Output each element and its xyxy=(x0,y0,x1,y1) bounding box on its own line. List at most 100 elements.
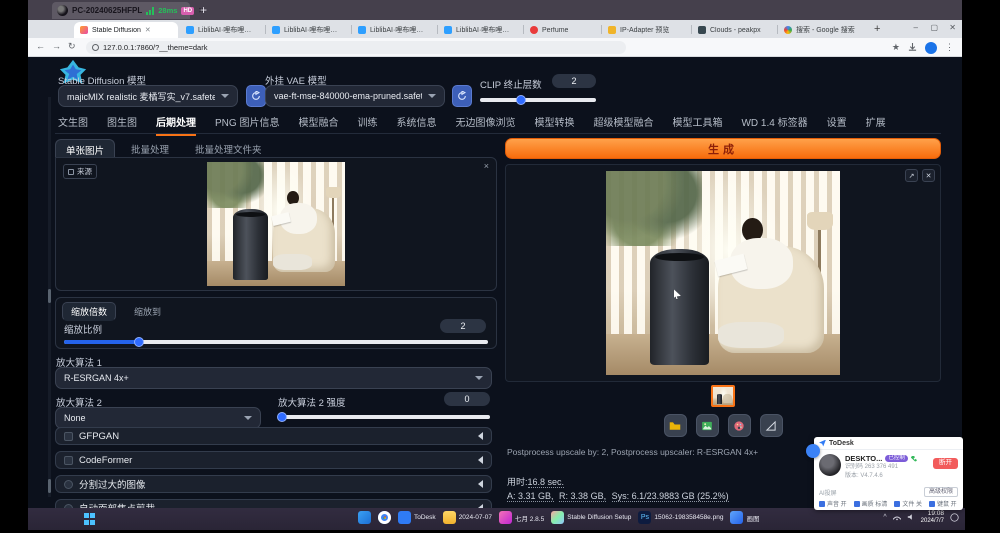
browser-new-tab-button[interactable]: + xyxy=(874,24,880,35)
network-icon[interactable] xyxy=(893,513,901,521)
taskbar-item-folder[interactable]: 2024-07-07 xyxy=(443,511,492,524)
accordion-gfpgan[interactable]: GFPGAN xyxy=(55,427,492,445)
taskbar-item-sd-setup[interactable]: Stable Diffusion Setup xyxy=(551,511,631,524)
tray-chevron-icon[interactable]: ^ xyxy=(883,514,886,521)
todesk-permission-button[interactable]: 高级权限 xyxy=(924,487,958,497)
todesk-toggle-files[interactable]: 文件 关 xyxy=(894,499,922,508)
save-image-button[interactable] xyxy=(696,414,719,437)
vae-dropdown[interactable]: vae-ft-mse-840000-ema-pruned.safetensors xyxy=(265,85,445,107)
toggle-label: 键鼠 开 xyxy=(937,499,957,508)
chevron-down-icon xyxy=(475,376,483,380)
reload-icon[interactable]: ↻ xyxy=(68,41,76,52)
slider-handle[interactable] xyxy=(277,412,287,422)
phone-icon[interactable] xyxy=(911,456,917,462)
checkbox[interactable] xyxy=(64,480,73,489)
taskbar-item-photoshop[interactable]: Ps 15062-198358458e.png xyxy=(638,511,723,524)
browser-tab[interactable]: LiblibAI·哩布哩布AI - 中国领 xyxy=(438,22,522,38)
send-to-extras-button[interactable] xyxy=(728,414,751,437)
download-icon[interactable] xyxy=(908,43,917,52)
generate-button[interactable]: 生成 xyxy=(505,138,941,159)
gallery-fullscreen-icon[interactable]: ↗ xyxy=(905,169,918,182)
scene-air-purifier xyxy=(717,394,722,404)
tab-title: Stable Diffusion xyxy=(92,27,141,34)
remote-desktop-titlebar: PC-20240625HFPL 28ms HD ✕ + xyxy=(28,0,962,20)
time-value: 16.8 sec. xyxy=(528,477,565,488)
chrome-icon[interactable] xyxy=(378,511,391,524)
clear-image-icon[interactable]: × xyxy=(484,161,489,171)
checkbox[interactable] xyxy=(64,456,73,465)
thumbnail-selected[interactable] xyxy=(711,385,735,407)
taskbar-item-todesk[interactable]: ToDesk xyxy=(398,511,436,524)
accordion-split-oversized[interactable]: 分割过大的图像 xyxy=(55,475,492,493)
result-image[interactable] xyxy=(606,171,840,375)
open-folder-button[interactable] xyxy=(664,414,687,437)
page-scrollbar[interactable] xyxy=(48,97,51,497)
browser-tab[interactable]: LiblibAI·哩布哩布AI - 中国领 xyxy=(352,22,436,38)
taskbar-label: 2024-07-07 xyxy=(459,514,492,521)
sd-model-dropdown[interactable]: majicMIX realistic 麦橘写实_v7.safetensors [… xyxy=(58,85,238,107)
taskbar-item-paint[interactable]: 画图 xyxy=(730,511,759,524)
sd-model-refresh-button[interactable] xyxy=(246,85,266,107)
subtab-scale-to[interactable]: 缩放到 xyxy=(124,302,171,321)
scrollbar-thumb[interactable] xyxy=(48,479,51,493)
accordion-codeformer[interactable]: CodeFormer xyxy=(55,451,492,469)
tab-close-icon[interactable]: ✕ xyxy=(145,26,151,34)
clip-skip-slider[interactable] xyxy=(480,98,596,102)
start-button[interactable] xyxy=(84,513,96,525)
address-bar[interactable]: 127.0.0.1:7860/?__theme=dark xyxy=(86,41,626,54)
todesk-disconnect-button[interactable]: 断开 xyxy=(933,458,958,469)
site-info-icon[interactable] xyxy=(92,44,99,51)
taskbar-label: ToDesk xyxy=(414,514,436,521)
todesk-avatar xyxy=(819,454,841,476)
window-minimize-button[interactable]: – xyxy=(914,23,918,32)
subtab-scale-by[interactable]: 缩放倍数 xyxy=(62,302,116,321)
scale-ratio-slider[interactable] xyxy=(64,340,488,344)
slider-handle[interactable] xyxy=(134,337,144,347)
browser-tab[interactable]: LiblibAI·哩布哩布AI - 中国领 xyxy=(180,22,264,38)
scrollbar-thumb[interactable] xyxy=(48,289,51,303)
browser-tab[interactable]: Clouds - peakpx xyxy=(692,22,776,38)
forward-icon[interactable]: → xyxy=(52,41,61,51)
tray-clock[interactable]: 19:08 2024/7/7 xyxy=(921,510,944,524)
clip-skip-value[interactable]: 2 xyxy=(552,74,596,88)
upscaler1-dropdown[interactable]: R-ESRGAN 4x+ xyxy=(55,367,492,389)
slider-fill xyxy=(64,340,138,344)
todesk-toggle-input[interactable]: 键鼠 开 xyxy=(929,499,957,508)
todesk-toggle-quality[interactable]: 画质 标清 xyxy=(854,499,888,508)
browser-tab[interactable]: 搜索 - Google 搜索 xyxy=(778,22,866,38)
browser-tab[interactable]: LiblibAI·哩布哩布AI - 中国领 xyxy=(266,22,350,38)
vae-refresh-button[interactable] xyxy=(452,85,472,107)
accordion-label: 分割过大的图像 xyxy=(79,477,472,491)
upscaler2-visibility-value[interactable]: 0 xyxy=(444,392,490,406)
upscaler2-dropdown[interactable]: None xyxy=(55,407,261,429)
accordion-auto-face-crop[interactable]: 自动面部焦点剪裁 xyxy=(55,499,492,508)
browser-tab-active[interactable]: Stable Diffusion ✕ xyxy=(74,22,178,38)
remote-session-tab[interactable]: PC-20240625HFPL 28ms HD ✕ xyxy=(52,2,190,19)
scale-ratio-value[interactable]: 2 xyxy=(440,319,486,333)
checkbox[interactable] xyxy=(64,432,73,441)
scale-ratio-label: 缩放比例 xyxy=(64,322,102,336)
browser-tab[interactable]: IP-Adapter 预览 xyxy=(602,22,690,38)
speaker-icon[interactable] xyxy=(907,513,915,521)
browser-tab[interactable]: Perfume xyxy=(524,22,600,38)
slider-handle[interactable] xyxy=(516,95,526,105)
browser-profile-avatar[interactable] xyxy=(925,42,937,54)
back-icon[interactable]: ← xyxy=(36,41,45,51)
upscaler2-visibility-slider[interactable] xyxy=(278,415,490,419)
menu-dots-icon[interactable]: ⋮ xyxy=(945,43,954,52)
resize-tool-button[interactable] xyxy=(760,414,783,437)
window-close-button[interactable]: ✕ xyxy=(949,23,956,32)
source-image-dropzone[interactable]: 来源 × xyxy=(55,157,497,291)
display-icon xyxy=(854,501,860,507)
remote-new-tab-button[interactable]: + xyxy=(200,3,207,17)
taskbar-item-app[interactable]: 七月 2.8.5 xyxy=(499,511,544,524)
chevron-down-icon xyxy=(221,94,229,98)
widgets-icon[interactable] xyxy=(358,511,371,524)
bookmark-star-icon[interactable]: ★ xyxy=(892,43,900,52)
gallery-close-icon[interactable]: ✕ xyxy=(922,169,935,182)
window-maximize-button[interactable]: ▢ xyxy=(930,23,938,32)
todesk-toggle-audio[interactable]: 声音 开 xyxy=(819,499,847,508)
source-image xyxy=(207,162,345,286)
notification-icon[interactable] xyxy=(950,513,959,522)
folder-icon xyxy=(443,511,456,524)
